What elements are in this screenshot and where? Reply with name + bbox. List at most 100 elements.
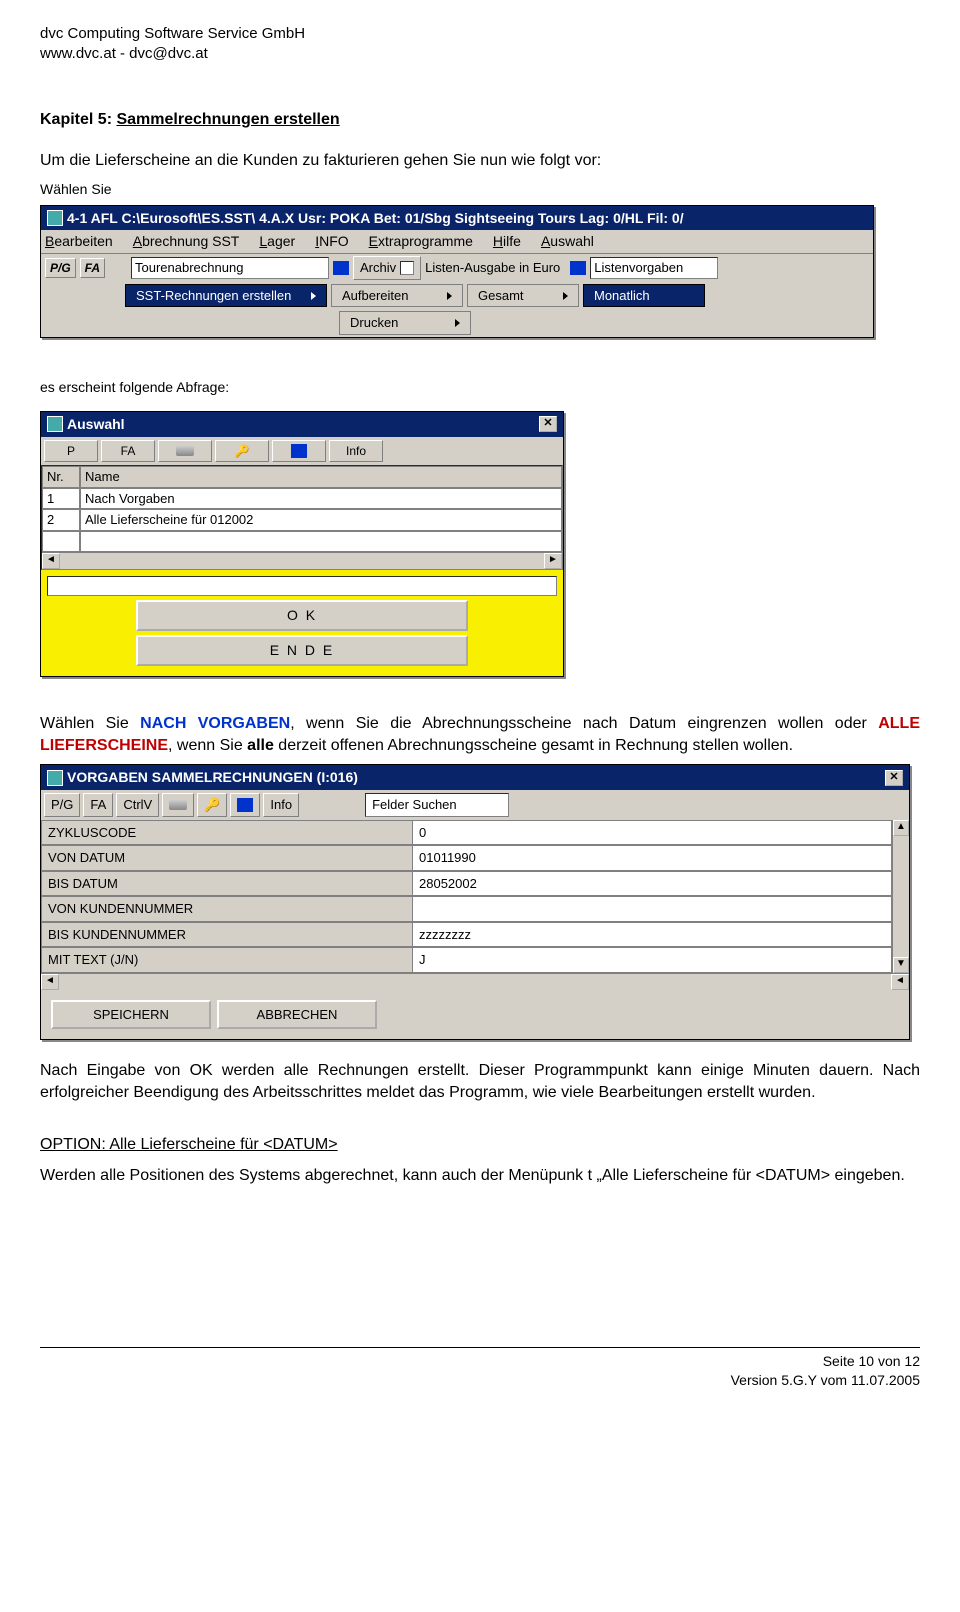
company-name: dvc Computing Software Service GmbH (40, 24, 920, 44)
btn-info[interactable]: Info (263, 793, 299, 817)
option-text: Werden alle Positionen des Systems abger… (40, 1165, 920, 1187)
lbl-von-kunde: VON KUNDENNUMMER (41, 896, 412, 922)
t1: Wählen Sie (40, 715, 140, 732)
menu-auswahl[interactable]: Auswahl (541, 232, 594, 251)
grid-row[interactable]: 2 Alle Lieferscheine für 012002 (42, 509, 562, 531)
form-area: ZYKLUSCODE0 VON DATUM01011990 BIS DATUM2… (41, 820, 892, 973)
menu-monatlich[interactable]: Monatlich (583, 284, 705, 308)
val-bis-kunde[interactable]: zzzzzzzz (412, 922, 892, 948)
form-row: BIS KUNDENNUMMERzzzzzzzz (41, 922, 892, 948)
menu-bearbeiten[interactable]: Bearbeiten (45, 232, 113, 251)
t4: derzeit offenen Abrechnungsscheine gesam… (274, 737, 793, 754)
cancel-button[interactable]: ABBRECHEN (217, 1000, 377, 1030)
arrow-right-icon (311, 292, 316, 300)
hdr-name: Name (80, 466, 562, 488)
toolbar-row-3: Drucken (41, 309, 873, 337)
ok-button[interactable]: O K (136, 600, 468, 631)
scroll-right-icon[interactable]: ◄ (891, 974, 909, 990)
color-swatch-1 (333, 261, 349, 275)
grid-header: Nr. Name (42, 466, 562, 488)
chapter-label: Kapitel 5: (40, 111, 112, 128)
page-number: Seite 10 von 12 (40, 1352, 920, 1371)
close-button[interactable]: ✕ (539, 416, 557, 432)
explain-text: Wählen Sie NACH VORGABEN, wenn Sie die A… (40, 713, 920, 756)
cell-nr: 1 (42, 488, 80, 510)
scroll-left-icon[interactable]: ◄ (41, 974, 59, 990)
val-zyklus[interactable]: 0 (412, 820, 892, 846)
felder-suchen-field[interactable]: Felder Suchen (365, 793, 509, 817)
yellow-panel: O K E N D E (41, 570, 563, 676)
btn-fa[interactable]: FA (101, 440, 155, 462)
menu-abrechnung[interactable]: Abrechnung SST (133, 232, 240, 251)
ende-button[interactable]: E N D E (136, 635, 468, 666)
auswahl-titlebar: Auswahl ✕ (41, 412, 563, 437)
v-scrollbar[interactable]: ▲ ▼ (892, 820, 909, 973)
screenshot-auswahl: Auswahl ✕ P FA 🔑 Info Nr. Name 1 Nach Vo… (40, 411, 564, 677)
form-row: VON KUNDENNUMMER (41, 896, 892, 922)
btn-info[interactable]: Info (329, 440, 383, 462)
grid-row-empty (42, 531, 562, 553)
lbl-von-datum: VON DATUM (41, 845, 412, 871)
save-button[interactable]: SPEICHERN (51, 1000, 211, 1030)
form-row: VON DATUM01011990 (41, 845, 892, 871)
t3: , wenn Sie (168, 737, 247, 754)
sst-label: SST-Rechnungen erstellen (136, 287, 291, 305)
btn-printer[interactable] (162, 793, 194, 817)
arrow-right-icon (447, 292, 452, 300)
listen-label: Listen-Ausgabe in Euro (425, 259, 560, 277)
input-blank[interactable] (47, 576, 557, 596)
action-row: SPEICHERN ABBRECHEN (41, 990, 909, 1040)
vorgaben-title: VORGABEN SAMMELRECHNUNGEN (I:016) (67, 768, 358, 787)
menu-hilfe[interactable]: Hilfe (493, 232, 521, 251)
menu-bar[interactable]: Bearbeiten Abrechnung SST Lager INFO Ext… (41, 230, 873, 254)
h-scrollbar[interactable]: ◄ ◄ (41, 973, 909, 990)
val-mit-text[interactable]: J (412, 947, 892, 973)
monatlich-label: Monatlich (594, 287, 650, 305)
app-icon (47, 416, 63, 432)
grid-row[interactable]: 1 Nach Vorgaben (42, 488, 562, 510)
close-button[interactable]: ✕ (885, 770, 903, 786)
val-bis-datum[interactable]: 28052002 (412, 871, 892, 897)
printer-icon (176, 446, 194, 456)
scroll-up-icon[interactable]: ▲ (893, 820, 909, 836)
after-ok-text: Nach Eingabe von OK werden alle Rechnung… (40, 1060, 920, 1103)
menu-gesamt[interactable]: Gesamt (467, 284, 579, 308)
archiv-label: Archiv (360, 259, 396, 277)
menu-aufbereiten[interactable]: Aufbereiten (331, 284, 463, 308)
form-row: MIT TEXT (J/N)J (41, 947, 892, 973)
btn-pg[interactable]: P/G (45, 258, 76, 278)
val-von-kunde[interactable] (412, 896, 892, 922)
btn-ctrlv[interactable]: CtrlV (116, 793, 159, 817)
intro-text: Um die Lieferscheine an die Kunden zu fa… (40, 150, 920, 172)
t2: , wenn Sie die Abrechnungsscheine nach D… (290, 715, 878, 732)
h-scrollbar[interactable]: ◄ ► (42, 552, 562, 569)
menu-sst-rechnungen[interactable]: SST-Rechnungen erstellen (125, 284, 327, 308)
btn-fa[interactable]: FA (83, 793, 113, 817)
btn-p[interactable]: P (44, 440, 98, 462)
btn-archiv[interactable]: Archiv (353, 256, 421, 280)
scroll-right-icon[interactable]: ► (544, 553, 562, 569)
btn-color[interactable] (230, 793, 260, 817)
scroll-left-icon[interactable]: ◄ (42, 553, 60, 569)
menu-drucken[interactable]: Drucken (339, 311, 471, 335)
field-listenvorgaben[interactable]: Listenvorgaben (590, 257, 718, 279)
app-icon (47, 770, 63, 786)
page-footer: Seite 10 von 12 Version 5.G.Y vom 11.07.… (40, 1347, 920, 1390)
btn-printer[interactable] (158, 440, 212, 462)
btn-color[interactable] (272, 440, 326, 462)
option-heading: OPTION: Alle Lieferscheine für <DATUM> (40, 1134, 920, 1156)
printer-icon (169, 800, 187, 810)
cell-nr: 2 (42, 509, 80, 531)
menu-extra[interactable]: Extraprogramme (369, 232, 473, 251)
val-von-datum[interactable]: 01011990 (412, 845, 892, 871)
btn-key[interactable]: 🔑 (215, 440, 269, 462)
field-tourenabrechnung[interactable]: Tourenabrechnung (131, 257, 329, 279)
menu-lager[interactable]: Lager (259, 232, 295, 251)
btn-key[interactable]: 🔑 (197, 793, 227, 817)
archiv-checkbox[interactable] (400, 261, 414, 275)
btn-pg[interactable]: P/G (44, 793, 80, 817)
menu-info[interactable]: INFO (315, 232, 348, 251)
color-swatch-2 (570, 261, 586, 275)
scroll-down-icon[interactable]: ▼ (893, 957, 909, 973)
btn-fa[interactable]: FA (80, 258, 105, 278)
